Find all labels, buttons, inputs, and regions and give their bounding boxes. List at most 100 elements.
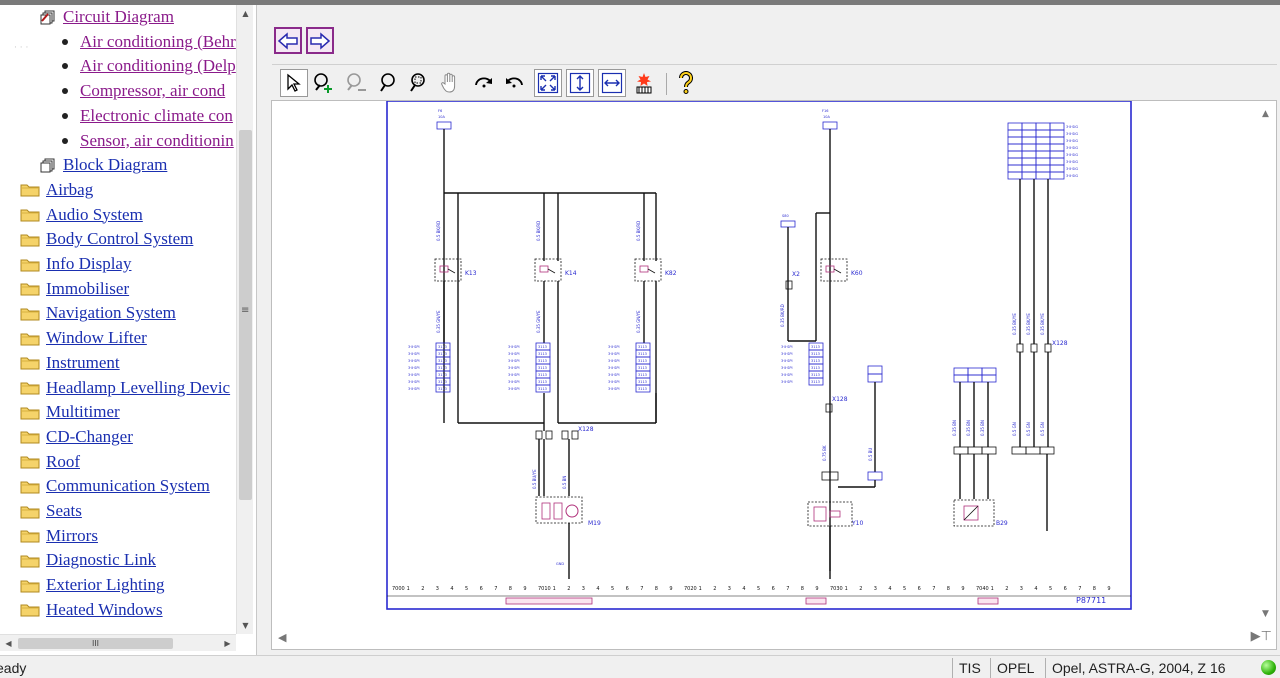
scale-number: 4 bbox=[742, 586, 745, 592]
tree-vertical-scrollbar[interactable]: ▲ ≡ ▼ bbox=[236, 5, 253, 634]
tree-item[interactable]: Roof bbox=[20, 450, 80, 474]
tree-item[interactable]: Air conditioning (Delp bbox=[60, 54, 236, 78]
rotate-right-button[interactable] bbox=[470, 69, 498, 97]
tree-item[interactable]: Multitimer bbox=[20, 400, 120, 424]
bullet-icon bbox=[62, 112, 68, 119]
tree-item[interactable]: Audio System bbox=[20, 203, 143, 227]
scale-number: 4 bbox=[888, 586, 891, 592]
svg-text:3·Ⅱ·SIG: 3·Ⅱ·SIG bbox=[1066, 160, 1078, 164]
svg-text:3·Ⅱ·SPI: 3·Ⅱ·SPI bbox=[781, 359, 793, 363]
forward-button[interactable] bbox=[306, 27, 334, 54]
tree-item[interactable]: Body Control System bbox=[20, 227, 193, 251]
svg-text:0.35 BK/YE: 0.35 BK/YE bbox=[1026, 313, 1031, 335]
back-button[interactable] bbox=[274, 27, 302, 54]
tree-item[interactable]: Airbag bbox=[20, 178, 93, 202]
svg-text:K60: K60 bbox=[851, 270, 863, 277]
fit-width-button[interactable] bbox=[598, 69, 626, 97]
tree-item[interactable]: Diagnostic Link bbox=[20, 548, 156, 572]
tree-item-label: Instrument bbox=[46, 352, 120, 372]
tree-item[interactable]: Electronic climate con bbox=[60, 104, 233, 128]
zoom-in-button[interactable] bbox=[310, 69, 338, 97]
tree-item-label: Multitimer bbox=[46, 402, 120, 422]
scroll-right-icon[interactable]: ▶ bbox=[219, 635, 236, 652]
svg-text:10A: 10A bbox=[823, 115, 830, 119]
figure-id: P87711 bbox=[1076, 596, 1106, 605]
tree-item[interactable]: Air conditioning (Behr bbox=[60, 30, 236, 54]
tree-item[interactable]: Heated Windows bbox=[20, 598, 163, 622]
zoom-area-icon bbox=[410, 73, 425, 92]
svg-text:3·Ⅱ·SIG: 3·Ⅱ·SIG bbox=[1066, 125, 1078, 129]
folder-icon bbox=[20, 259, 40, 271]
pan-button[interactable] bbox=[436, 69, 464, 97]
tree-item[interactable]: Exterior Lighting bbox=[20, 573, 165, 597]
tree-viewport: Circuit Diagram Air conditioning (Behr Air… bbox=[0, 5, 236, 634]
canvas-horizontal-scrollbar[interactable]: ◀ ▶⊤ bbox=[272, 629, 1278, 649]
fit-height-button[interactable] bbox=[566, 69, 594, 97]
scale-number: 2 bbox=[567, 586, 570, 592]
zoom-area-button[interactable] bbox=[404, 69, 432, 97]
tree-item[interactable]: CD-Changer bbox=[20, 425, 133, 449]
diagram-canvas[interactable]: F6 10A 0.5 BK/RD K13 0.35 GN/YE 3113 3·Ⅱ·SPI 31… bbox=[271, 100, 1277, 650]
status-bar: eady TIS OPEL Opel, ASTRA-G, 2004, Z 16 … bbox=[0, 655, 1280, 678]
tree-item[interactable]: Window Lifter bbox=[20, 326, 147, 350]
folder-icon bbox=[20, 604, 40, 617]
scroll-up-icon[interactable]: ▲ bbox=[237, 5, 254, 22]
tree-item-label: Diagnostic Link bbox=[46, 550, 157, 570]
svg-text:0.5 BK/RD: 0.5 BK/RD bbox=[436, 221, 441, 241]
tree-item[interactable]: Circuit Diagram bbox=[40, 5, 174, 29]
svg-text:3·Ⅱ·SPI: 3·Ⅱ·SPI bbox=[781, 366, 793, 370]
tree-item-label: Immobiliser bbox=[46, 278, 130, 298]
svg-text:3·Ⅱ·SPI: 3·Ⅱ·SPI bbox=[408, 366, 420, 370]
fit-page-button[interactable] bbox=[534, 69, 562, 97]
svg-text:3113: 3113 bbox=[811, 345, 820, 349]
select-tool-button[interactable] bbox=[280, 69, 308, 97]
circuit-diagram[interactable]: F610A0.5 BK/RDK130.35 GN/YE31133·Ⅱ·SPI31… bbox=[386, 101, 1132, 611]
svg-text:GND: GND bbox=[556, 562, 564, 566]
tree-item[interactable]: Immobiliser bbox=[20, 277, 129, 301]
scroll-up-icon[interactable]: ▲ bbox=[1262, 109, 1269, 119]
tree-item[interactable]: Block Diagram bbox=[40, 153, 167, 177]
highlight-button[interactable] bbox=[630, 69, 658, 97]
scroll-left-icon[interactable]: ◀ bbox=[278, 631, 286, 644]
help-button[interactable] bbox=[672, 69, 700, 97]
svg-text:0.35 BN: 0.35 BN bbox=[980, 420, 985, 436]
svg-text:X128: X128 bbox=[578, 426, 594, 433]
tree-item[interactable]: Headlamp Levelling Devic bbox=[20, 376, 230, 400]
tree-item[interactable]: Sensor, air conditionin bbox=[60, 129, 234, 153]
tree-hscroll-thumb[interactable]: III bbox=[18, 638, 173, 649]
svg-text:3·Ⅱ·SPI: 3·Ⅱ·SPI bbox=[508, 380, 520, 384]
tree-horizontal-scrollbar[interactable]: ◀ III ▶ bbox=[0, 634, 236, 651]
svg-text:3·Ⅱ·SIG: 3·Ⅱ·SIG bbox=[1066, 139, 1078, 143]
svg-text:3·Ⅱ·SPI: 3·Ⅱ·SPI bbox=[408, 345, 420, 349]
diagram-pane: F6 10A 0.5 BK/RD K13 0.35 GN/YE 3113 3·Ⅱ·SPI 31… bbox=[258, 5, 1280, 655]
tree-item[interactable]: Navigation System bbox=[20, 301, 176, 325]
tree-item-label: Circuit Diagram bbox=[63, 7, 174, 26]
bullet-icon bbox=[62, 137, 68, 144]
scroll-down-icon[interactable]: ▼ bbox=[237, 617, 254, 634]
viewer-toolbar bbox=[272, 64, 1277, 100]
tree-item[interactable]: Seats bbox=[20, 499, 82, 523]
zoom-out-button[interactable] bbox=[342, 69, 370, 97]
scale-number: 9 bbox=[1107, 586, 1110, 592]
scale-number: 1 bbox=[407, 586, 410, 592]
tree-item[interactable]: Mirrors bbox=[20, 524, 98, 548]
folder-icon bbox=[20, 333, 40, 346]
tree-item[interactable]: Instrument bbox=[20, 351, 120, 375]
svg-text:3·Ⅱ·SPI: 3·Ⅱ·SPI bbox=[508, 387, 520, 391]
folder-icon bbox=[20, 407, 40, 420]
rotate-left-button[interactable] bbox=[500, 69, 528, 97]
svg-text:3·Ⅱ·SIG: 3·Ⅱ·SIG bbox=[1066, 132, 1078, 136]
scroll-left-icon[interactable]: ◀ bbox=[0, 635, 17, 652]
canvas-vertical-scrollbar[interactable]: ▲ ▼ bbox=[1258, 101, 1276, 630]
svg-text:3113: 3113 bbox=[638, 387, 647, 391]
scroll-end-icon[interactable]: ▶⊤ bbox=[1251, 629, 1272, 644]
scale-number: 1 bbox=[699, 586, 702, 592]
svg-text:0.5 GN: 0.5 GN bbox=[1026, 422, 1031, 436]
scroll-down-icon[interactable]: ▼ bbox=[1262, 609, 1269, 619]
svg-text:0.35 BK/YE: 0.35 BK/YE bbox=[1012, 313, 1017, 335]
scale-number: 9 bbox=[815, 586, 818, 592]
zoom-button[interactable] bbox=[374, 69, 402, 97]
tree-item[interactable]: Info Display bbox=[20, 252, 131, 276]
tree-item[interactable]: Communication System bbox=[20, 474, 210, 498]
tree-item[interactable]: Compressor, air cond bbox=[60, 79, 225, 103]
